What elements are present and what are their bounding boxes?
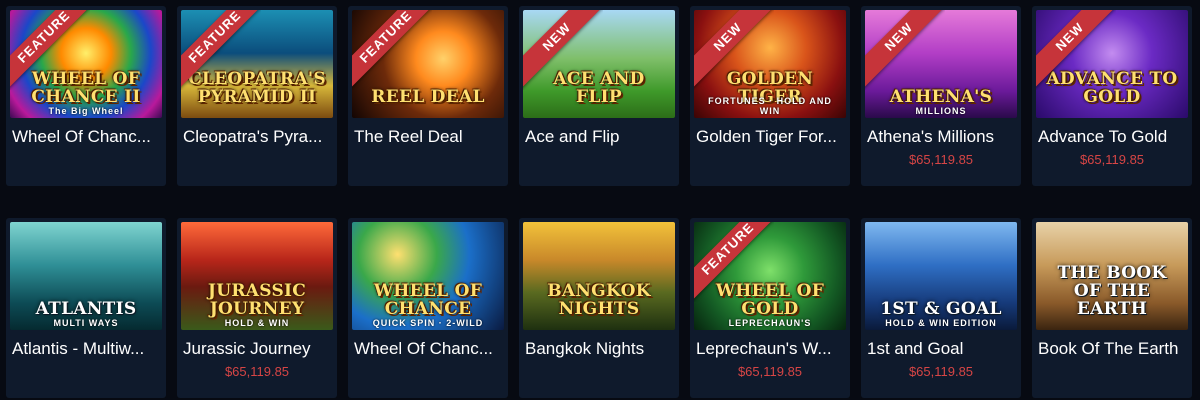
- game-name[interactable]: 1st and Goal: [865, 339, 1017, 359]
- game-card[interactable]: WHEEL OF CHANCE QUICK SPIN · 2-WILD Whee…: [348, 218, 508, 398]
- game-card[interactable]: REEL DEAL FEATURE The Reel Deal: [348, 6, 508, 186]
- game-name[interactable]: Jurassic Journey: [181, 339, 333, 359]
- jackpot-amount: $65,119.85: [908, 152, 974, 167]
- game-card[interactable]: JURASSIC JOURNEY HOLD & WIN Jurassic Jou…: [177, 218, 337, 398]
- game-art-title: CLEOPATRA'S PYRAMID II: [188, 69, 326, 107]
- game-card[interactable]: 1ST & GOAL HOLD & WIN EDITION 1st and Go…: [861, 218, 1021, 398]
- game-name[interactable]: Ace and Flip: [523, 127, 675, 147]
- game-art-subtitle: HOLD & WIN: [224, 318, 290, 328]
- game-card[interactable]: CLEOPATRA'S PYRAMID II FEATURE Cleopatra…: [177, 6, 337, 186]
- game-art-subtitle: LEPRECHAUN'S: [728, 318, 812, 328]
- game-art-title: THE BOOK OF THE EARTH: [1057, 263, 1167, 319]
- game-art-title: WHEEL OF GOLD: [715, 281, 825, 319]
- game-name[interactable]: Bangkok Nights: [523, 339, 675, 359]
- game-card[interactable]: ADVANCE TO GOLD NEW Advance To Gold $65,…: [1032, 6, 1192, 186]
- game-card[interactable]: ACE AND FLIP NEW Ace and Flip: [519, 6, 679, 186]
- game-thumbnail[interactable]: 1ST & GOAL HOLD & WIN EDITION: [865, 222, 1017, 330]
- game-thumbnail[interactable]: ATLANTIS MULTI WAYS: [10, 222, 162, 330]
- game-thumbnail[interactable]: ACE AND FLIP NEW: [523, 10, 675, 118]
- game-name[interactable]: Wheel Of Chanc...: [352, 339, 504, 359]
- game-name[interactable]: The Reel Deal: [352, 127, 504, 147]
- game-name[interactable]: Golden Tiger For...: [694, 127, 846, 147]
- game-thumbnail[interactable]: ATHENA'S MILLIONS NEW: [865, 10, 1017, 118]
- game-art-title: 1ST & GOAL: [880, 299, 1002, 319]
- game-card[interactable]: WHEEL OF GOLD LEPRECHAUN'S FEATURE Lepre…: [690, 218, 850, 398]
- game-name[interactable]: Wheel Of Chanc...: [10, 127, 162, 147]
- game-name[interactable]: Book Of The Earth: [1036, 339, 1188, 359]
- game-art-subtitle: QUICK SPIN · 2-WILD: [372, 318, 484, 328]
- jackpot-amount: $65,119.85: [224, 364, 290, 379]
- game-thumbnail[interactable]: ADVANCE TO GOLD NEW: [1036, 10, 1188, 118]
- game-thumbnail[interactable]: WHEEL OF GOLD LEPRECHAUN'S FEATURE: [694, 222, 846, 330]
- game-card[interactable]: THE BOOK OF THE EARTH Book Of The Earth: [1032, 218, 1192, 398]
- game-name[interactable]: Athena's Millions: [865, 127, 1017, 147]
- game-thumbnail[interactable]: THE BOOK OF THE EARTH: [1036, 222, 1188, 330]
- game-card[interactable]: GOLDEN TIGER FORTUNES · HOLD AND WIN NEW…: [690, 6, 850, 186]
- game-name[interactable]: Advance To Gold: [1036, 127, 1188, 147]
- jackpot-amount: $65,119.85: [737, 364, 803, 379]
- game-grid: WHEEL OF CHANCE II The Big Wheel FEATURE…: [0, 0, 1200, 400]
- game-art-title: JURASSIC JOURNEY: [207, 281, 307, 319]
- game-thumbnail[interactable]: JURASSIC JOURNEY HOLD & WIN: [181, 222, 333, 330]
- game-art-title: WHEEL OF CHANCE: [373, 281, 483, 319]
- game-card[interactable]: ATLANTIS MULTI WAYS Atlantis - Multiw...: [6, 218, 166, 398]
- game-art-title: REEL DEAL: [371, 87, 485, 107]
- game-art-subtitle: MILLIONS: [915, 106, 967, 116]
- game-thumbnail[interactable]: REEL DEAL FEATURE: [352, 10, 504, 118]
- ribbon-badge: FEATURE: [352, 10, 432, 90]
- jackpot-amount: $65,119.85: [1079, 152, 1145, 167]
- jackpot-amount: $65,119.85: [908, 364, 974, 379]
- game-art-subtitle: MULTI WAYS: [53, 318, 119, 328]
- game-art-title: ACE AND FLIP: [553, 69, 645, 107]
- game-card[interactable]: ATHENA'S MILLIONS NEW Athena's Millions …: [861, 6, 1021, 186]
- game-art-subtitle: FORTUNES · HOLD AND WIN: [708, 96, 832, 116]
- badge-label: FEATURE: [352, 10, 432, 90]
- game-art-title: ADVANCE TO GOLD: [1046, 69, 1178, 107]
- game-art-title: WHEEL OF CHANCE II: [31, 69, 141, 107]
- game-art-title: ATLANTIS: [35, 299, 137, 319]
- game-name[interactable]: Cleopatra's Pyra...: [181, 127, 333, 147]
- ribbon-badge: NEW: [865, 10, 945, 90]
- game-card[interactable]: WHEEL OF CHANCE II The Big Wheel FEATURE…: [6, 6, 166, 186]
- game-thumbnail[interactable]: WHEEL OF CHANCE QUICK SPIN · 2-WILD: [352, 222, 504, 330]
- game-card[interactable]: BANGKOK NIGHTS Bangkok Nights: [519, 218, 679, 398]
- game-thumbnail[interactable]: CLEOPATRA'S PYRAMID II FEATURE: [181, 10, 333, 118]
- game-name[interactable]: Atlantis - Multiw...: [10, 339, 162, 359]
- game-art-title: BANGKOK NIGHTS: [547, 281, 651, 319]
- badge-label: NEW: [865, 10, 945, 90]
- game-art-title: ATHENA'S: [889, 87, 993, 107]
- game-thumbnail[interactable]: WHEEL OF CHANCE II The Big Wheel FEATURE: [10, 10, 162, 118]
- game-thumbnail[interactable]: GOLDEN TIGER FORTUNES · HOLD AND WIN NEW: [694, 10, 846, 118]
- game-thumbnail[interactable]: BANGKOK NIGHTS: [523, 222, 675, 330]
- game-art-subtitle: HOLD & WIN EDITION: [885, 318, 997, 328]
- game-name[interactable]: Leprechaun's W...: [694, 339, 846, 359]
- game-art-subtitle: The Big Wheel: [48, 106, 124, 116]
